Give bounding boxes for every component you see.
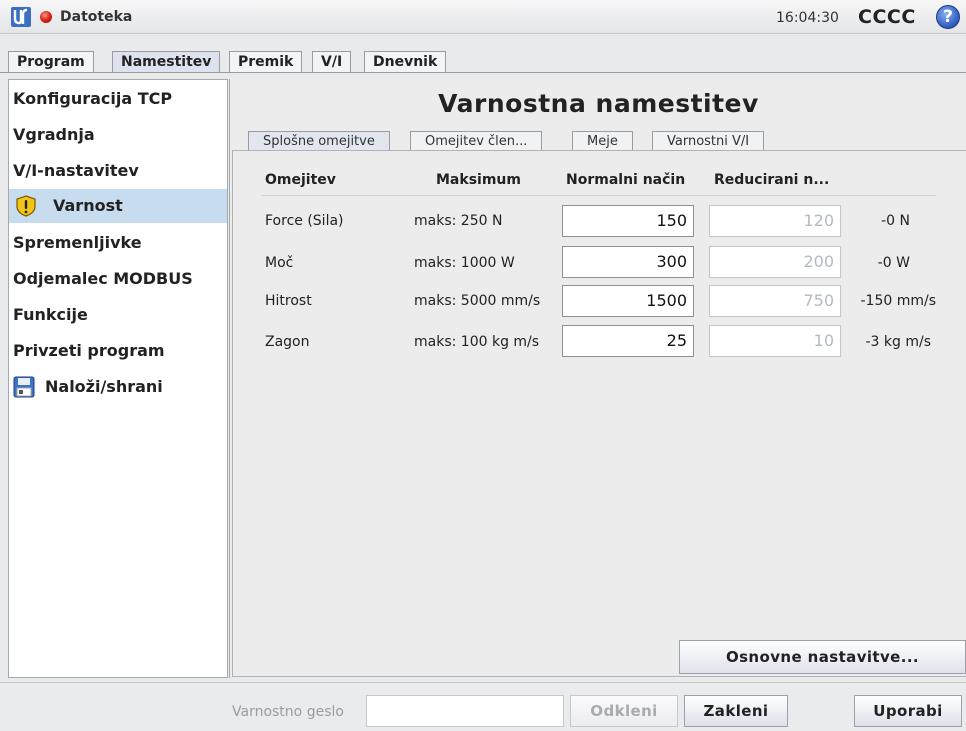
sidebar-item-label: Naloži/shrani [45, 377, 163, 396]
tab-joint-limits[interactable]: Omejitev člen... [410, 131, 543, 151]
header-divider [262, 195, 936, 196]
sidebar-item-label: Privzeti program [13, 341, 165, 360]
sidebar-item-label: Vgradnja [13, 125, 95, 144]
sidebar: Konfiguracija TCP Vgradnja V/I-nastavite… [8, 79, 228, 678]
sidebar-item-load-save[interactable]: Naloži/shrani [9, 370, 227, 404]
force-normal-input[interactable]: 150 [562, 205, 694, 237]
speed-normal-input[interactable]: 1500 [562, 285, 694, 317]
sidebar-item-label: Odjemalec MODBUS [13, 269, 193, 288]
reset-defaults-button[interactable]: Osnovne nastavitve... [679, 640, 966, 674]
power-normal-input[interactable]: 300 [562, 246, 694, 278]
column-header-reduced-mode: Reducirani n... [714, 172, 830, 188]
row-speed-name: Hitrost [265, 293, 312, 309]
sidebar-item-label: Konfiguracija TCP [13, 89, 173, 108]
tab-safety-io[interactable]: Varnostni V/I [652, 131, 765, 151]
momentum-reduced-input[interactable]: 10 [709, 325, 841, 357]
robot-status-indicator [40, 11, 52, 23]
robot-name: CCCC [858, 6, 916, 28]
help-icon[interactable]: ? [936, 5, 960, 29]
ur-logo-icon[interactable] [10, 6, 32, 28]
sidebar-item-label: V/I-nastavitev [13, 161, 139, 180]
column-header-limit: Omejitev [265, 172, 336, 188]
row-power-name: Moč [265, 255, 294, 271]
power-delta: -0 W [877, 255, 910, 271]
safety-password-input[interactable] [366, 695, 564, 727]
top-bar: Datoteka 16:04:30 CCCC ? [0, 0, 966, 34]
tab-strip-divider [0, 72, 966, 73]
safety-password-label: Varnostno geslo [232, 704, 344, 720]
sidebar-item-features[interactable]: Funkcije [9, 298, 227, 332]
sidebar-item-label: Spremenljivke [13, 233, 142, 252]
file-menu[interactable]: Datoteka [60, 9, 132, 25]
tab-general-limits[interactable]: Splošne omejitve [248, 131, 390, 151]
page-title: Varnostna namestitev [438, 89, 759, 118]
lock-button[interactable]: Zakleni [684, 695, 788, 727]
sidebar-item-label: Funkcije [13, 305, 88, 324]
row-momentum-max: maks: 100 kg m/s [414, 334, 540, 350]
momentum-normal-input[interactable]: 25 [562, 325, 694, 357]
sidebar-item-label: Varnost [53, 196, 123, 215]
warning-shield-icon [16, 195, 36, 217]
row-speed-max: maks: 5000 mm/s [414, 293, 541, 309]
speed-delta: -150 mm/s [860, 293, 936, 309]
column-header-normal-mode: Normalni način [566, 172, 686, 188]
sidebar-item-default-program[interactable]: Privzeti program [9, 334, 227, 368]
unlock-button[interactable]: Odkleni [570, 695, 678, 727]
tab-program[interactable]: Program [8, 51, 94, 73]
tab-namestitev[interactable]: Namestitev [112, 51, 221, 73]
row-momentum-name: Zagon [265, 334, 310, 350]
sidebar-item-modbus-client[interactable]: Odjemalec MODBUS [9, 262, 227, 296]
clock: 16:04:30 [776, 10, 839, 26]
tab-vi[interactable]: V/I [312, 51, 352, 73]
speed-reduced-input[interactable]: 750 [709, 285, 841, 317]
tab-dnevnik[interactable]: Dnevnik [364, 51, 447, 73]
row-power-max: maks: 1000 W [414, 255, 515, 271]
row-force-max: maks: 250 N [414, 213, 503, 229]
momentum-delta: -3 kg m/s [865, 334, 931, 350]
sidebar-item-variables[interactable]: Spremenljivke [9, 226, 227, 260]
force-delta: -0 N [881, 213, 910, 229]
sidebar-item-mounting[interactable]: Vgradnja [9, 118, 227, 152]
tab-premik[interactable]: Premik [229, 51, 303, 73]
row-force-name: Force (Sila) [265, 213, 344, 229]
apply-button[interactable]: Uporabi [854, 695, 962, 727]
sidebar-item-io-setup[interactable]: V/I-nastavitev [9, 154, 227, 188]
floppy-disk-icon [13, 376, 35, 398]
tab-boundaries[interactable]: Meje [572, 131, 633, 151]
sidebar-item-safety[interactable]: Varnost [9, 189, 227, 223]
column-header-maximum: Maksimum [436, 172, 521, 188]
sidebar-item-tcp-configuration[interactable]: Konfiguracija TCP [9, 82, 227, 116]
